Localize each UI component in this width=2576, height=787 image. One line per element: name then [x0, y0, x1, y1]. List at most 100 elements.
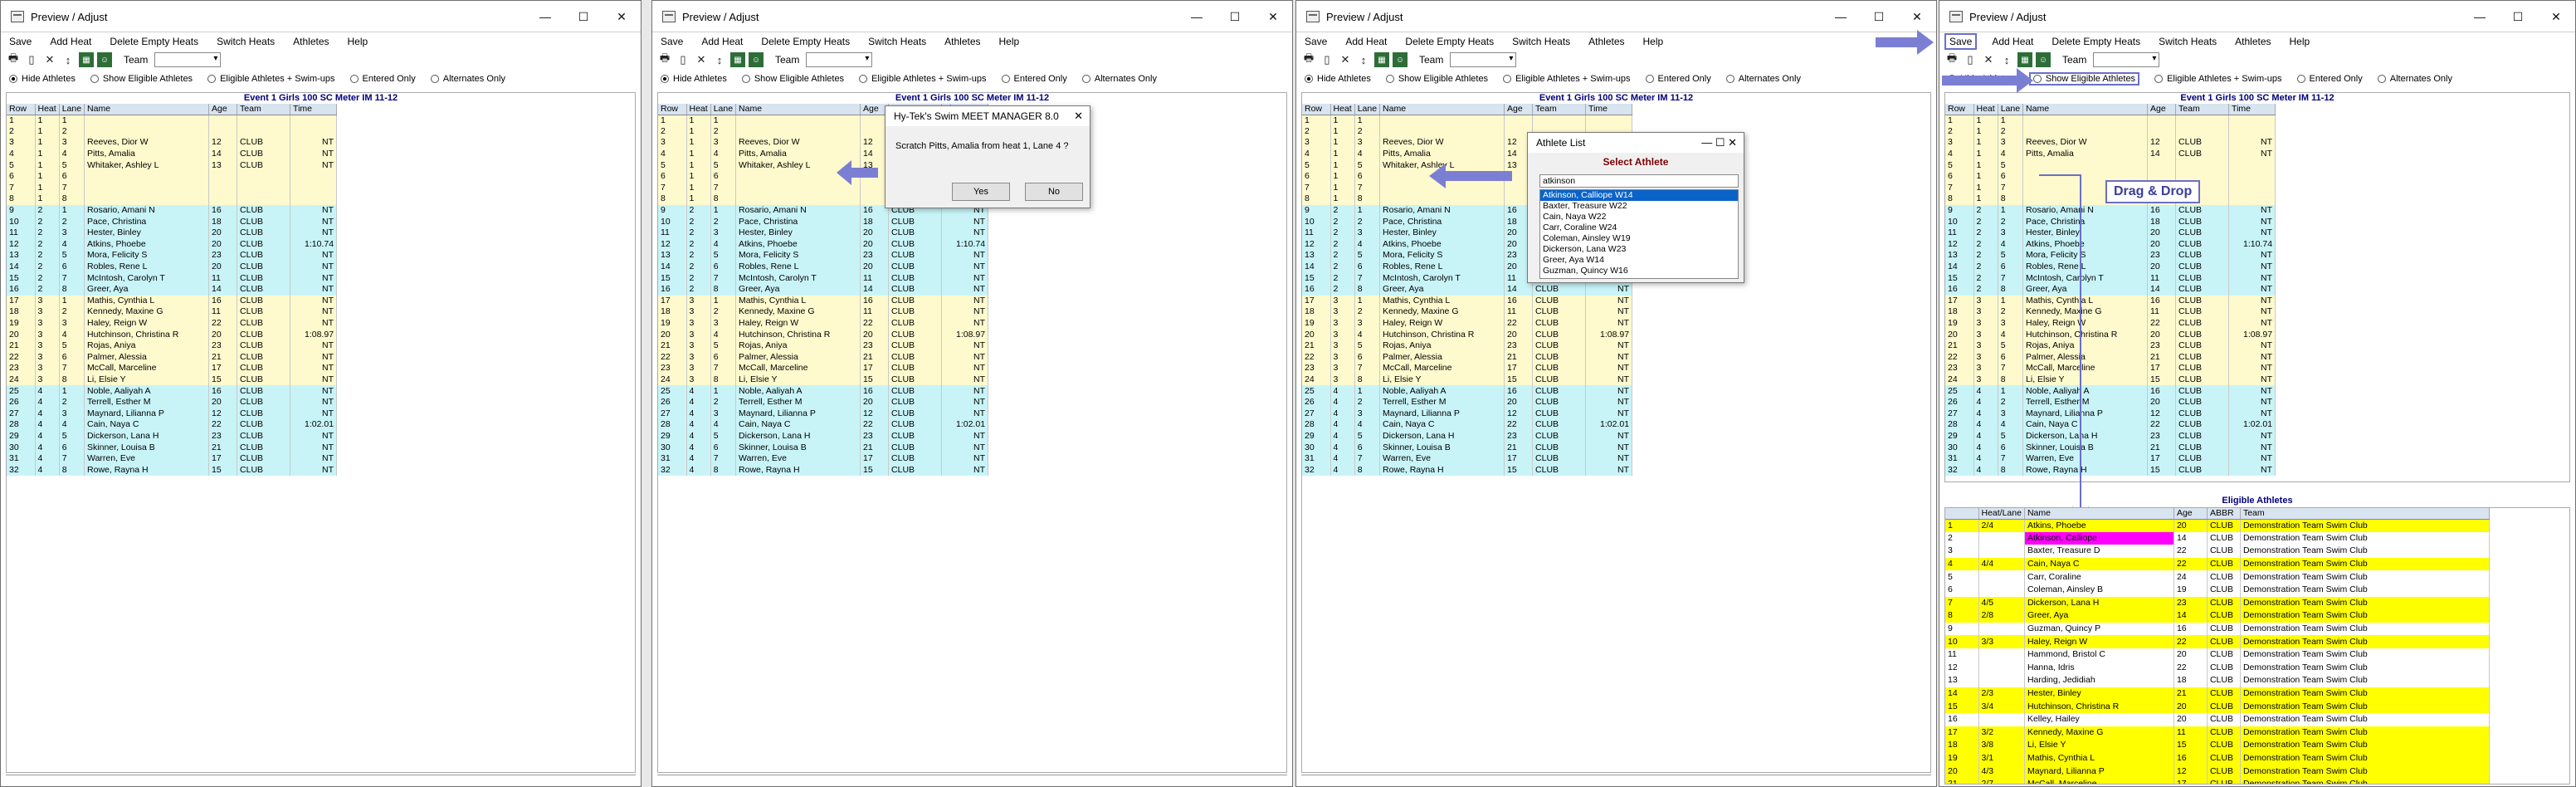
- menu-switch-heats[interactable]: Switch Heats: [213, 35, 278, 48]
- close-button[interactable]: ✕: [603, 1, 641, 32]
- menu-switch-heats[interactable]: Switch Heats: [865, 35, 929, 48]
- radio-1[interactable]: Show Eligible Athletes: [2028, 72, 2140, 86]
- radio-0[interactable]: Hide Athletes: [9, 74, 76, 84]
- table-row[interactable]: 17 3 1 Mathis, Cynthia L 16 CLUB NT: [7, 295, 338, 307]
- menu-help[interactable]: Help: [2286, 35, 2314, 48]
- no-button[interactable]: No: [1025, 183, 1083, 201]
- radio-3[interactable]: Entered Only: [1645, 74, 1711, 84]
- table-row[interactable]: 16 2 8 Greer, Aya 14 CLUB NT: [7, 283, 338, 296]
- table-row[interactable]: 21 3 5 Rojas, Aniya 23 CLUB NT: [7, 340, 338, 352]
- table-row[interactable]: 1022Pace, Christina18CLUBNT: [658, 216, 989, 227]
- table-row[interactable]: 818: [7, 193, 338, 205]
- table-row[interactable]: 30 4 6 Skinner, Louisa B 21 CLUB NT: [7, 442, 338, 453]
- table-row[interactable]: 19 3 3 Haley, Reign W 22 CLUB NT: [1302, 317, 1633, 330]
- grid-icon[interactable]: ▦: [2017, 52, 2032, 67]
- eligible-row[interactable]: 10 3/3 Haley, Reign W 22 CLUB Demonstration T…: [1945, 635, 2490, 648]
- radio-3[interactable]: Entered Only: [349, 74, 416, 84]
- table-row[interactable]: 26 4 2 Terrell, Esther M 20 CLUB NT: [658, 396, 989, 408]
- column-header[interactable]: Row: [658, 104, 687, 115]
- table-row[interactable]: 29 4 5 Dickerson, Lana H 23 CLUB NT: [658, 430, 989, 442]
- radio-button[interactable]: [349, 75, 359, 83]
- table-row[interactable]: 20 3 4 Hutchinson, Christina R 20 CLUB 1:08.97: [7, 329, 338, 340]
- eligible-row[interactable]: 2 Atkinson, Calliope 14 CLUB Demonstration T…: [1945, 531, 2490, 545]
- radio-button[interactable]: [661, 75, 669, 83]
- eligible-row[interactable]: 16 Kelley, Hailey 20 CLUB Demonstration Team…: [1945, 712, 2490, 726]
- table-row[interactable]: 1527McIntosh, Carolyn T11CLUBNT: [658, 272, 989, 284]
- table-row[interactable]: 28 4 4 Cain, Naya C 22 CLUB 1:02.01: [7, 419, 338, 431]
- column-header[interactable]: Team: [2175, 104, 2230, 115]
- table-row[interactable]: 18 3 2 Kennedy, Maxine G 11 CLUB NT: [7, 306, 338, 318]
- menu-athletes[interactable]: Athletes: [941, 35, 983, 48]
- column-header[interactable]: Row: [1945, 104, 1974, 115]
- column-header[interactable]: Lane: [59, 104, 85, 115]
- grid-icon[interactable]: ▦: [79, 52, 94, 67]
- close-x-icon[interactable]: ✕: [1338, 52, 1353, 67]
- menu-delete-empty-heats[interactable]: Delete Empty Heats: [758, 35, 853, 48]
- column-header[interactable]: Lane: [1354, 104, 1381, 115]
- table-row[interactable]: 22 3 6 Palmer, Alessia 21 CLUB NT: [658, 351, 989, 364]
- menu-delete-empty-heats[interactable]: Delete Empty Heats: [1402, 35, 1497, 48]
- menu-help[interactable]: Help: [1640, 35, 1667, 48]
- column-header[interactable]: ABBR: [2207, 508, 2241, 520]
- minimize-button[interactable]: —: [1178, 1, 1216, 32]
- radio-3[interactable]: Entered Only: [2296, 74, 2363, 84]
- print-icon[interactable]: 🖶: [657, 51, 672, 67]
- sort-icon[interactable]: ↕: [61, 52, 76, 67]
- table-row[interactable]: 212: [7, 125, 338, 138]
- table-row[interactable]: 28 4 4 Cain, Naya C 22 CLUB 1:02.01: [658, 419, 989, 431]
- sort-icon[interactable]: ↕: [1356, 52, 1371, 67]
- column-header[interactable]: Row: [1302, 104, 1331, 115]
- radio-button[interactable]: [9, 75, 17, 83]
- minimize-button[interactable]: —: [2461, 1, 2499, 32]
- table-row[interactable]: 23 3 7 McCall, Marceline 17 CLUB NT: [1302, 363, 1633, 374]
- table-row[interactable]: 20 3 4 Hutchinson, Christina R 20 CLUB 1:08.97: [1302, 329, 1633, 340]
- table-row[interactable]: 21 3 5 Rojas, Aniya 23 CLUB NT: [1302, 340, 1633, 352]
- table-row[interactable]: 414Pitts, Amalia14CLUBNT: [1945, 148, 2276, 160]
- new-doc-icon[interactable]: ▯: [1320, 52, 1334, 67]
- eligible-row[interactable]: 12 Hanna, Idris 22 CLUB Demonstration Team S…: [1945, 661, 2490, 675]
- table-row[interactable]: 1426Robles, Rene L20CLUBNT: [7, 261, 338, 273]
- table-row[interactable]: 1527McIntosh, Carolyn T11CLUBNT: [7, 272, 338, 284]
- athlete-listbox[interactable]: Atkinson, Calliope W14 Baxter, Treasure W…: [1539, 189, 1739, 279]
- column-header[interactable]: Name: [1379, 104, 1505, 115]
- close-button[interactable]: ✕: [1254, 1, 1292, 32]
- table-row[interactable]: 22 3 6 Palmer, Alessia 21 CLUB NT: [7, 351, 338, 364]
- menu-save[interactable]: Save: [6, 35, 35, 48]
- close-button[interactable]: ✕: [2537, 1, 2575, 32]
- people-icon[interactable]: ☺: [97, 52, 112, 67]
- radio-0[interactable]: Hide Athletes: [661, 74, 727, 84]
- table-row[interactable]: 32 4 8 Rowe, Rayna H 15 CLUB NT: [658, 464, 989, 476]
- column-header[interactable]: Name: [735, 104, 861, 115]
- radio-4[interactable]: Alternates Only: [1081, 74, 1157, 84]
- radio-button[interactable]: [2154, 75, 2164, 83]
- table-row[interactable]: 1224Atkins, Phoebe20CLUB1:10.74: [658, 238, 989, 251]
- table-row[interactable]: 1224Atkins, Phoebe20CLUB1:10.74: [7, 238, 338, 251]
- radio-1[interactable]: Show Eligible Athletes: [1385, 74, 1488, 84]
- table-row[interactable]: 32 4 8 Rowe, Rayna H 15 CLUB NT: [1302, 464, 1633, 476]
- maximize-button[interactable]: ☐: [1216, 1, 1254, 32]
- column-header[interactable]: Lane: [1998, 104, 2024, 115]
- column-header[interactable]: Name: [84, 104, 210, 115]
- table-row[interactable]: 414Pitts, Amalia14CLUBNT: [7, 148, 338, 160]
- menu-switch-heats[interactable]: Switch Heats: [1509, 35, 1573, 48]
- eligible-row[interactable]: 20 4/3 Maynard, Lilianna P 12 CLUB Demonstrat…: [1945, 765, 2490, 778]
- radio-button[interactable]: [430, 75, 439, 83]
- eligible-row[interactable]: 5 Carr, Coraline 24 CLUB Demonstration Team …: [1945, 570, 2490, 584]
- eligible-row[interactable]: 21 2/7 McCall, Marceline 17 CLUB Demonstratio…: [1945, 777, 2490, 784]
- menu-add-heat[interactable]: Add Heat: [698, 35, 746, 48]
- radio-button[interactable]: [1305, 75, 1313, 83]
- list-item[interactable]: Carr, Coraline W24: [1540, 222, 1738, 233]
- table-row[interactable]: 921Rosario, Amani N16CLUBNT: [7, 204, 338, 217]
- radio-2[interactable]: Eligible Athletes + Swim-ups: [859, 74, 987, 84]
- new-doc-icon[interactable]: ▯: [676, 52, 690, 67]
- table-row[interactable]: 1123Hester, Binley20CLUBNT: [7, 227, 338, 239]
- close-icon[interactable]: — ☐ ✕: [1701, 136, 1737, 149]
- radio-button[interactable]: [207, 75, 217, 83]
- radio-button[interactable]: [1503, 75, 1512, 83]
- yes-button[interactable]: Yes: [952, 183, 1010, 201]
- column-header[interactable]: Team: [1532, 104, 1587, 115]
- eligible-row[interactable]: 9 Guzman, Quincy P 16 CLUB Demonstration Tea…: [1945, 622, 2490, 636]
- table-row[interactable]: 616: [7, 170, 338, 183]
- radio-4[interactable]: Alternates Only: [2377, 74, 2452, 84]
- eligible-row[interactable]: 1 2/4 Atkins, Phoebe 20 CLUB Demonstration Te…: [1945, 519, 2490, 532]
